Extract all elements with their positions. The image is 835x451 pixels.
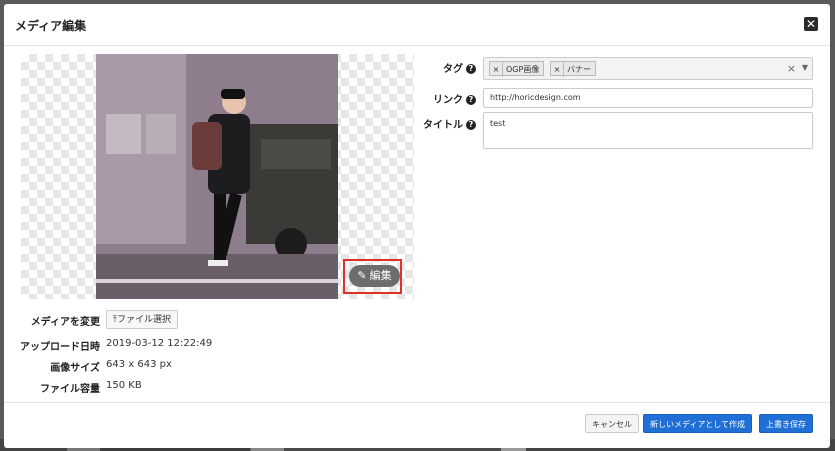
file-select-button[interactable]: ⤒ファイル選択	[106, 310, 178, 329]
remove-tag-icon[interactable]: ×	[490, 62, 503, 77]
tag-text: OGP画像	[506, 65, 540, 74]
close-icon[interactable]: ✕	[804, 17, 818, 31]
link-label: リンク?	[396, 91, 476, 106]
clear-tags-icon[interactable]: ×	[787, 62, 796, 75]
link-label-text: リンク	[433, 95, 463, 106]
overwrite-save-button[interactable]: 上書き保存	[759, 414, 813, 433]
image-preview: ✎ 編集	[21, 54, 414, 299]
tag-chip[interactable]: × OGP画像	[489, 61, 545, 77]
pencil-icon: ✎	[357, 269, 367, 282]
change-media-label: メディアを変更	[30, 317, 100, 328]
upload-date-label: アップロード日時	[20, 342, 100, 353]
tag-label-text: タグ	[443, 64, 463, 75]
image-size-value: 643 x 643 px	[106, 359, 172, 370]
tag-label: タグ?	[396, 60, 476, 75]
title-label: タイトル?	[396, 116, 476, 131]
help-icon[interactable]: ?	[466, 95, 476, 105]
file-select-label: ファイル選択	[116, 315, 171, 325]
title-label-text: タイトル	[423, 120, 463, 131]
image-size-label: 画像サイズ	[50, 363, 100, 374]
modal-header: メディア編集 ✕	[4, 4, 830, 46]
edit-label: 編集	[369, 269, 392, 282]
help-icon[interactable]: ?	[466, 120, 476, 130]
upload-date-value: 2019-03-12 12:22:49	[106, 338, 213, 349]
help-icon[interactable]: ?	[466, 64, 476, 74]
tag-text: バナー	[567, 65, 591, 74]
tag-chip[interactable]: × バナー	[550, 61, 596, 77]
media-edit-modal: メディア編集 ✕ ✎ 編集 メディアを変更 ⤒ファイル選択 アップロード日時 2…	[4, 4, 830, 448]
edit-image-button[interactable]: ✎ 編集	[349, 265, 400, 287]
photo-illustration	[96, 54, 338, 299]
tag-select[interactable]: × OGP画像 × バナー × ▼	[483, 57, 813, 80]
link-input[interactable]: http://horicdesign.com	[483, 88, 813, 108]
cancel-button[interactable]: キャンセル	[585, 414, 639, 433]
file-size-value: 150 KB	[106, 380, 142, 391]
title-textarea[interactable]: test	[483, 112, 813, 149]
create-new-media-button[interactable]: 新しいメディアとして作成	[643, 414, 753, 433]
footer-divider	[4, 402, 830, 403]
preview-photo	[96, 54, 338, 299]
modal-title: メディア編集	[15, 19, 87, 33]
chevron-down-icon[interactable]: ▼	[802, 63, 808, 72]
remove-tag-icon[interactable]: ×	[551, 62, 564, 77]
file-size-label: ファイル容量	[40, 384, 100, 395]
